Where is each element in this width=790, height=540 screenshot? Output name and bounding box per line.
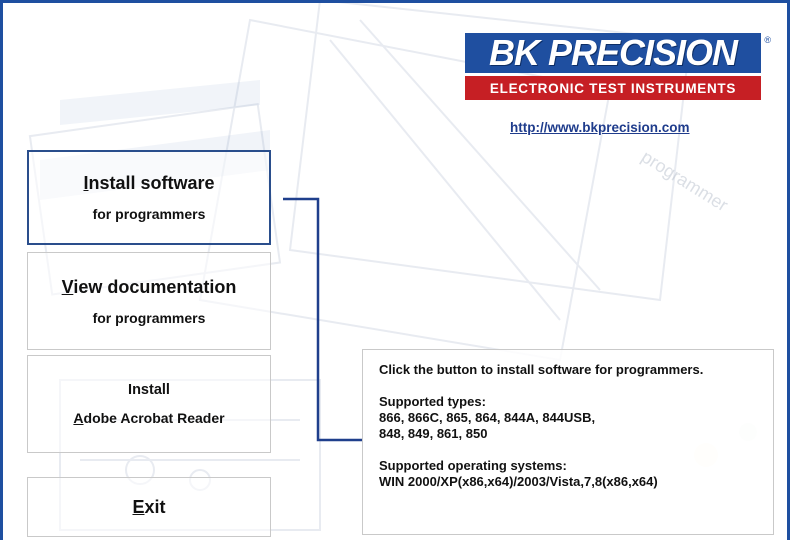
supported-os-line: WIN 2000/XP(x86,x64)/2003/Vista,7,8(x86,… bbox=[379, 474, 658, 489]
logo-tagline-text: ELECTRONIC TEST INSTRUMENTS bbox=[489, 80, 737, 96]
logo-registered-mark: ® bbox=[764, 35, 771, 45]
install-acrobat-subtitle: Adobe Acrobat Reader bbox=[73, 410, 225, 426]
logo-brand-text: BK PRECISION bbox=[488, 32, 738, 73]
info-panel: Click the button to install software for… bbox=[362, 349, 774, 535]
bk-precision-logo: BK PRECISION ® ELECTRONIC TEST INSTRUMEN… bbox=[465, 32, 771, 103]
exit-title: Exit bbox=[132, 496, 166, 517]
supported-types-line1: 866, 866C, 865, 864, 844A, 844USB, bbox=[379, 410, 596, 425]
logo-tagline-bar: ELECTRONIC TEST INSTRUMENTS bbox=[465, 76, 761, 100]
exit-button[interactable]: Exit bbox=[27, 477, 271, 537]
install-acrobat-title: Install bbox=[128, 382, 170, 398]
website-link[interactable]: http://www.bkprecision.com bbox=[510, 120, 690, 135]
install-software-button[interactable]: Install software for programmers bbox=[27, 150, 271, 245]
view-documentation-title: View documentation bbox=[61, 276, 237, 297]
supported-types-label: Supported types: bbox=[379, 394, 486, 409]
install-software-title: Install software bbox=[83, 173, 215, 193]
logo-brand-bar: BK PRECISION bbox=[465, 32, 761, 73]
info-intro: Click the button to install software for… bbox=[379, 362, 704, 377]
install-software-subtitle: for programmers bbox=[92, 206, 206, 222]
view-documentation-button[interactable]: View documentation for programmers bbox=[27, 252, 271, 350]
supported-types-line2: 848, 849, 861, 850 bbox=[379, 426, 488, 441]
supported-os-label: Supported operating systems: bbox=[379, 458, 567, 473]
install-acrobat-reader-button[interactable]: Install Adobe Acrobat Reader bbox=[27, 355, 271, 453]
view-documentation-subtitle: for programmers bbox=[92, 309, 206, 326]
